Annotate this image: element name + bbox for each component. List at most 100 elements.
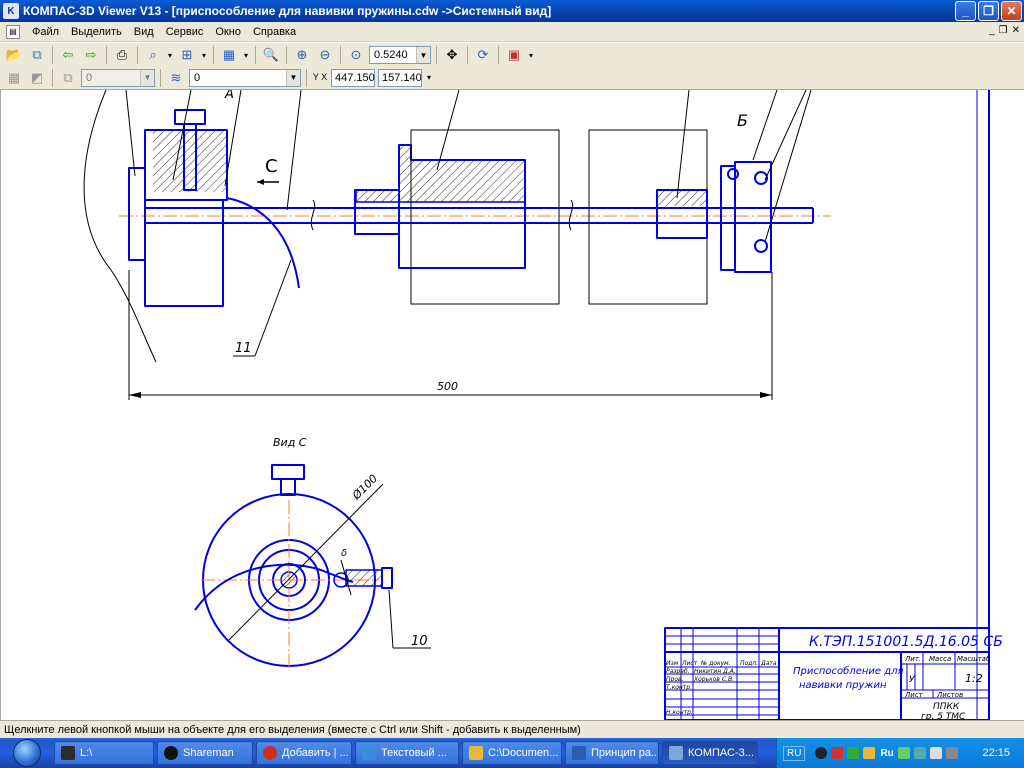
menu-help[interactable]: Справка bbox=[247, 26, 302, 38]
toolbar-separator bbox=[106, 46, 107, 64]
mdi-restore-icon[interactable]: ❐ bbox=[999, 25, 1008, 36]
kompas-icon bbox=[669, 746, 683, 760]
tray-app-icon[interactable] bbox=[863, 747, 876, 759]
tb-date: Дата bbox=[760, 660, 777, 667]
tray-app-icon[interactable] bbox=[847, 747, 860, 759]
mdi-close-icon[interactable]: ✕ bbox=[1012, 25, 1020, 36]
chevron-down-icon[interactable]: ▼ bbox=[286, 69, 300, 86]
keyboard-layout-indicator[interactable]: Ru bbox=[880, 748, 893, 759]
tray-app-icon[interactable] bbox=[913, 747, 926, 759]
view-c-side-bolt bbox=[381, 567, 393, 589]
chevron-down-icon[interactable]: ▼ bbox=[140, 69, 154, 86]
taskbar-item[interactable]: Текстовый ... bbox=[355, 741, 459, 765]
label-b: Б bbox=[737, 111, 748, 130]
tb-masshtab-val: 1:2 bbox=[965, 672, 983, 685]
toolbar-separator bbox=[160, 68, 161, 87]
tb-sign: Подп. bbox=[740, 660, 758, 667]
dropdown-arrow-icon[interactable]: ▾ bbox=[242, 45, 250, 65]
drawing-canvas[interactable]: A Б C 11 500 Вид С Ø100 δ 10 К.ТЭП.15100… bbox=[0, 90, 1024, 720]
dropdown-arrow-icon[interactable]: ▾ bbox=[200, 45, 208, 65]
preview-icon[interactable]: ⌕ bbox=[143, 45, 163, 65]
coordinates-icon: Y X bbox=[312, 72, 328, 82]
tb-prov: Пров. bbox=[666, 676, 684, 683]
grid-icon[interactable]: ▦ bbox=[4, 68, 24, 88]
menu-view[interactable]: Вид bbox=[128, 26, 160, 38]
zoom-window-icon[interactable]: 🔍 bbox=[261, 45, 281, 65]
style-icon[interactable]: ≋ bbox=[166, 68, 186, 88]
taskbar-item[interactable]: Принцип ра... bbox=[565, 741, 659, 765]
coordinate-x-field[interactable]: 447.150 bbox=[331, 68, 375, 87]
toolbar-separator bbox=[137, 46, 138, 64]
dropdown-arrow-icon[interactable]: ▾ bbox=[527, 45, 535, 65]
tb-list2: Лист bbox=[904, 691, 924, 699]
coordinate-y-field[interactable]: 157.140 bbox=[378, 68, 422, 87]
tb-list: Лист bbox=[681, 660, 698, 667]
close-button[interactable]: ✕ bbox=[1001, 1, 1022, 21]
tb-razrab: Разраб. bbox=[666, 668, 690, 675]
maximize-button[interactable]: ❐ bbox=[978, 1, 999, 21]
zoom-scale-icon[interactable]: ⊙ bbox=[346, 45, 366, 65]
dropdown-arrow-icon[interactable]: ▾ bbox=[166, 45, 174, 65]
zoom-combo[interactable]: 0.5240 ▼ bbox=[369, 46, 431, 64]
document-icon[interactable]: ▤ bbox=[6, 24, 20, 39]
forward-arrow-icon[interactable]: ⇨ bbox=[81, 45, 101, 65]
minimize-button[interactable]: _ bbox=[955, 1, 976, 21]
menu-service[interactable]: Сервис bbox=[160, 26, 210, 38]
taskbar-item[interactable]: Добавить | ... bbox=[256, 741, 352, 765]
taskbar-item[interactable]: Shareman bbox=[157, 741, 253, 765]
pan-icon[interactable]: ✥ bbox=[442, 45, 462, 65]
explorer-icon bbox=[61, 746, 75, 760]
tray-app-icon[interactable] bbox=[831, 747, 844, 759]
dropdown-arrow-icon[interactable]: ▾ bbox=[425, 68, 433, 88]
title-block-name-2: навивки пружин bbox=[799, 680, 887, 691]
layer-icon[interactable]: ⧉ bbox=[58, 68, 78, 88]
taskbar-item-label: Добавить | ... bbox=[282, 747, 349, 759]
back-arrow-icon[interactable]: ⇦ bbox=[58, 45, 78, 65]
taskbar-item[interactable]: КОМПАС-3... bbox=[662, 741, 758, 765]
screw-head bbox=[754, 171, 768, 185]
window-controls: _ ❐ ✕ bbox=[955, 1, 1022, 21]
tb-tkontr: Т.контр. bbox=[666, 684, 692, 691]
open-recent-icon[interactable]: ⧉ bbox=[27, 45, 47, 65]
title-bar[interactable]: K КОМПАС-3D Viewer V13 - [приспособление… bbox=[0, 0, 1024, 22]
chevron-down-icon[interactable]: ▼ bbox=[416, 47, 430, 63]
print-icon[interactable]: ⎙ bbox=[112, 45, 132, 65]
menu-file[interactable]: Файл bbox=[26, 26, 65, 38]
start-button[interactable] bbox=[0, 738, 54, 768]
menu-select[interactable]: Выделить bbox=[65, 26, 128, 38]
view-arrow-head bbox=[257, 179, 264, 185]
toolbar-separator bbox=[52, 46, 53, 64]
menu-window[interactable]: Окно bbox=[209, 26, 247, 38]
open-folder-icon[interactable]: 📂 bbox=[4, 45, 24, 65]
tb-massa: Масса bbox=[929, 655, 951, 663]
zoom-out-icon[interactable]: ⊖ bbox=[315, 45, 335, 65]
tb-lit-val: У bbox=[909, 675, 915, 685]
taskbar-item-label: Принцип ра... bbox=[591, 747, 659, 759]
mdi-minimize-icon[interactable]: _ bbox=[989, 25, 995, 36]
volume-icon[interactable] bbox=[929, 747, 942, 759]
guide-outline bbox=[588, 129, 708, 305]
taskbar-item[interactable]: L:\ bbox=[54, 741, 154, 765]
drawing-svg: A Б C 11 500 Вид С Ø100 δ 10 К.ТЭП.15100… bbox=[83, 90, 1003, 720]
local-cs-icon[interactable]: ◩ bbox=[27, 68, 47, 88]
view-manager-icon[interactable]: ⊞ bbox=[177, 45, 197, 65]
toolbar-separator bbox=[306, 68, 307, 87]
network-icon[interactable] bbox=[897, 747, 910, 759]
kompas-icon: K bbox=[3, 3, 19, 19]
taskbar-item[interactable]: C:\Documen... bbox=[462, 741, 562, 765]
clock[interactable]: 22:15 bbox=[982, 747, 1010, 759]
zoom-in-icon[interactable]: ⊕ bbox=[292, 45, 312, 65]
style-combo[interactable]: 0 ▼ bbox=[189, 68, 301, 87]
leader-line bbox=[752, 90, 778, 161]
language-indicator[interactable]: RU bbox=[783, 745, 806, 761]
layers-icon[interactable]: ▣ bbox=[504, 45, 524, 65]
properties-icon[interactable]: ▦ bbox=[219, 45, 239, 65]
opera-icon bbox=[263, 746, 277, 760]
tray-app-icon[interactable] bbox=[945, 747, 958, 759]
mdi-controls: _ ❐ ✕ bbox=[989, 25, 1020, 36]
app-window: K КОМПАС-3D Viewer V13 - [приспособление… bbox=[0, 0, 1024, 768]
refresh-icon[interactable]: ⟳ bbox=[473, 45, 493, 65]
layer-combo[interactable]: 0 ▼ bbox=[81, 68, 155, 87]
tray-app-icon[interactable] bbox=[815, 747, 828, 759]
word-icon bbox=[572, 746, 586, 760]
